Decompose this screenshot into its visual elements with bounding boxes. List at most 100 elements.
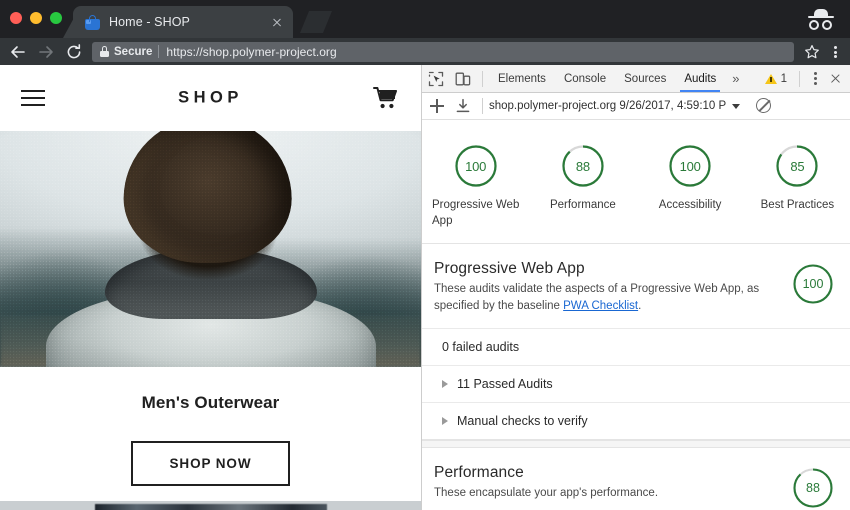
browser-toolbar: Secure https://shop.polymer-project.org (0, 38, 850, 65)
devtools-menu-icon[interactable] (806, 65, 824, 92)
category-title: Performance (434, 464, 524, 482)
category-description: These encapsulate your app's performance… (434, 487, 659, 500)
browser-tab-active[interactable]: Home - SHOP (73, 6, 293, 38)
promo-section: Men's Outerwear SHOP NOW (0, 367, 421, 486)
score-cell-performance[interactable]: 88 Performance (529, 143, 636, 229)
audit-row-label: Manual checks to verify (457, 414, 588, 429)
new-tab-button[interactable] (300, 11, 332, 33)
tab-elements[interactable]: Elements (489, 65, 555, 92)
category-performance: Performance These encapsulate your app's… (422, 448, 850, 510)
category-score-value: 100 (802, 277, 824, 292)
score-value-best-practices: 85 (790, 158, 805, 174)
category-progressive-web-app: Progressive Web App These audits validat… (422, 244, 850, 441)
security-status-label: Secure (114, 45, 153, 58)
category-header: Progressive Web App These audits validat… (422, 244, 850, 328)
tab-console[interactable]: Console (555, 65, 615, 92)
score-cell-pwa[interactable]: 100 Progressive Web App (422, 143, 529, 229)
category-score-gauge: 100 (791, 262, 835, 306)
shopping-cart-icon[interactable] (373, 86, 399, 110)
category-header: Performance These encapsulate your app's… (422, 448, 850, 510)
hero-image (0, 131, 421, 367)
address-bar[interactable]: Secure https://shop.polymer-project.org (92, 41, 794, 62)
score-value-accessibility: 100 (679, 158, 701, 174)
three-dot-menu-icon[interactable] (824, 38, 846, 65)
devtools-close-icon[interactable] (824, 65, 846, 92)
window-traffic-lights (10, 12, 62, 24)
incognito-icon (808, 9, 834, 31)
warning-triangle-icon (764, 73, 777, 84)
lock-icon (100, 46, 109, 57)
page-viewport: SHOP Men's Outerwear SHOP NOW (0, 65, 421, 510)
url-text: https://shop.polymer-project.org (166, 44, 337, 59)
back-arrow-icon[interactable] (4, 38, 32, 65)
score-gauge-accessibility: 100 (667, 143, 713, 189)
chevron-down-icon (732, 103, 741, 109)
score-summary-strip: 100 Progressive Web App 88 Performance 1… (422, 121, 850, 245)
warning-badge[interactable]: 1 (763, 65, 793, 92)
audit-row-passed[interactable]: 11 Passed Audits (422, 365, 850, 402)
toolbar-divider-right (799, 70, 800, 87)
window-minimize-button[interactable] (30, 12, 42, 24)
audits-report-body[interactable]: 100 Progressive Web App 88 Performance 1… (422, 121, 850, 510)
clear-icon[interactable] (752, 94, 776, 118)
devtools-tabbar: Elements Console Sources Audits » 1 (422, 65, 850, 93)
audits-toolbar-divider (482, 98, 483, 114)
score-cell-accessibility[interactable]: 100 Accessibility (637, 143, 744, 229)
tab-audits[interactable]: Audits (675, 65, 725, 92)
tab-sources[interactable]: Sources (615, 65, 675, 92)
score-value-performance: 88 (575, 158, 590, 174)
plus-icon[interactable] (424, 93, 450, 119)
forward-arrow-icon[interactable] (32, 38, 60, 65)
category-title: Progressive Web App (434, 260, 585, 278)
browser-window: Home - SHOP Secure https://shop.polymer-… (0, 0, 850, 510)
score-label-best-practices: Best Practices (760, 199, 835, 211)
download-icon[interactable] (450, 93, 476, 119)
promo-title: Men's Outerwear (141, 393, 280, 412)
expand-triangle-icon (442, 417, 448, 426)
score-label-performance: Performance (549, 199, 616, 211)
category-score-gauge: 88 (791, 466, 835, 510)
score-cell-best-practices[interactable]: 85 Best Practices (744, 143, 850, 229)
audits-toolbar: shop.polymer-project.org 9/26/2017, 4:59… (422, 93, 850, 120)
star-icon[interactable] (800, 38, 824, 65)
toolbar-divider (482, 70, 483, 87)
reload-icon[interactable] (60, 38, 88, 65)
score-label-pwa: Progressive Web App (432, 199, 520, 227)
devtools-panel: Elements Console Sources Audits » 1 shop… (421, 65, 850, 510)
category-text: Performance These encapsulate your app's… (434, 464, 791, 502)
devtools-toolbar-right: 1 (763, 65, 850, 92)
category-description: These audits validate the aspects of a P… (434, 281, 779, 314)
inspect-element-icon[interactable] (422, 65, 449, 92)
tab-close-icon[interactable] (269, 14, 285, 30)
audit-run-label: shop.polymer-project.org 9/26/2017, 4:59… (489, 100, 727, 112)
browser-chrome: Home - SHOP Secure https://shop.polymer-… (0, 0, 850, 65)
audit-row-failed[interactable]: 0 failed audits (422, 328, 850, 365)
window-maximize-button[interactable] (50, 12, 62, 24)
section-divider (422, 440, 850, 449)
more-tabs-button[interactable]: » (725, 65, 746, 92)
score-gauge-pwa: 100 (453, 143, 499, 189)
shop-now-button[interactable]: SHOP NOW (131, 441, 290, 486)
category-score-value: 88 (806, 481, 820, 496)
window-close-button[interactable] (10, 12, 22, 24)
score-gauge-performance: 88 (560, 143, 606, 189)
shopping-bag-icon (85, 14, 100, 30)
score-gauge-best-practices: 85 (774, 143, 820, 189)
audit-row-label: 0 failed audits (442, 340, 520, 355)
warning-count: 1 (780, 72, 787, 85)
device-toolbar-icon[interactable] (449, 65, 476, 92)
expand-triangle-icon (442, 380, 448, 389)
score-value-pwa: 100 (465, 158, 487, 174)
audit-row-manual[interactable]: Manual checks to verify (422, 402, 850, 439)
audit-run-selector[interactable]: shop.polymer-project.org 9/26/2017, 4:59… (489, 100, 741, 112)
shop-logo[interactable]: SHOP (0, 89, 421, 108)
next-hero-image-partial (0, 501, 421, 510)
tab-strip: Home - SHOP (0, 0, 850, 38)
pwa-checklist-link[interactable]: PWA Checklist (563, 300, 638, 312)
category-text: Progressive Web App These audits validat… (434, 260, 791, 314)
shop-site-header: SHOP (0, 65, 421, 131)
tab-title: Home - SHOP (109, 15, 190, 29)
score-label-accessibility: Accessibility (658, 199, 722, 211)
omnibox-divider (158, 45, 160, 58)
audit-row-label: 11 Passed Audits (457, 377, 553, 392)
